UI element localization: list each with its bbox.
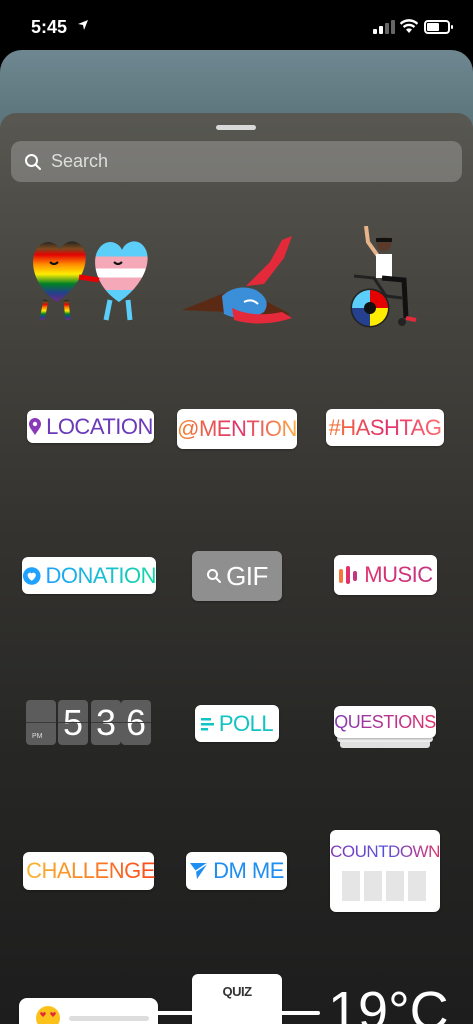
location-pin-icon	[29, 417, 42, 435]
dm-me-sticker[interactable]: DM ME	[186, 852, 287, 890]
location-arrow-icon	[78, 20, 88, 30]
quiz-label: QUIZ	[222, 984, 252, 999]
heart-eyes-emoji-icon	[36, 1006, 60, 1024]
send-plane-icon	[190, 862, 209, 879]
search-icon	[25, 154, 41, 170]
countdown-box	[386, 871, 404, 901]
gif-sticker[interactable]: GIF	[192, 551, 282, 601]
music-label: MUSIC	[364, 562, 433, 587]
battery-icon	[424, 20, 453, 34]
time-digit: 3	[91, 700, 121, 745]
countdown-box	[342, 871, 360, 901]
hashtag-label: #HASHTAG	[328, 414, 442, 440]
slider-track	[69, 1015, 149, 1021]
status-bar: 5:45	[0, 0, 473, 50]
wifi-icon	[399, 19, 419, 33]
donation-sticker[interactable]: DONATION	[22, 557, 157, 594]
location-label: LOCATION	[46, 413, 153, 439]
cellular-signal-icon	[373, 20, 395, 34]
music-sticker[interactable]: MUSIC	[334, 555, 437, 595]
gif-label: GIF	[226, 560, 268, 591]
time-digit: 6	[121, 700, 151, 745]
status-time: 5:45	[31, 17, 68, 37]
emoji-slider-sticker[interactable]	[19, 998, 158, 1024]
wheelchair-user-sticker[interactable]	[346, 226, 426, 331]
countdown-box	[408, 871, 426, 901]
dm-me-label: DM ME	[213, 858, 284, 883]
poll-label: POLL	[218, 710, 274, 736]
mention-label: @MENTION	[177, 416, 297, 441]
search-icon	[207, 569, 222, 583]
questions-sticker[interactable]: QUESTIONS	[334, 706, 436, 750]
quiz-sticker[interactable]: QUIZ	[192, 974, 282, 1024]
sheet-grabber[interactable]	[216, 125, 256, 130]
time-digit: 5	[58, 700, 88, 745]
time-ampm: PM	[32, 733, 43, 740]
heart-circle-icon	[22, 566, 41, 585]
search-input[interactable]	[51, 141, 451, 182]
questions-label: QUESTIONS	[334, 711, 436, 732]
challenge-label: CHALLENGE	[26, 858, 155, 883]
poll-sticker[interactable]: POLL	[195, 705, 279, 742]
countdown-box	[364, 871, 382, 901]
donation-label: DONATION	[45, 562, 157, 588]
temperature-sticker[interactable]: 19°C	[328, 984, 449, 1024]
quiz-progress-line	[150, 1011, 320, 1015]
music-bars-icon	[339, 566, 358, 584]
mention-sticker[interactable]: @MENTION	[177, 409, 297, 449]
poll-lines-icon	[200, 717, 214, 730]
countdown-label: COUNTDOWN	[330, 842, 440, 861]
flying-figure-sticker[interactable]	[172, 228, 302, 328]
hashtag-sticker[interactable]: #HASHTAG	[326, 409, 444, 446]
sticker-search-bar[interactable]	[11, 141, 462, 182]
location-sticker[interactable]: LOCATION	[27, 410, 154, 443]
challenge-sticker[interactable]: CHALLENGE	[23, 852, 155, 890]
pride-hearts-sticker[interactable]	[24, 232, 154, 327]
